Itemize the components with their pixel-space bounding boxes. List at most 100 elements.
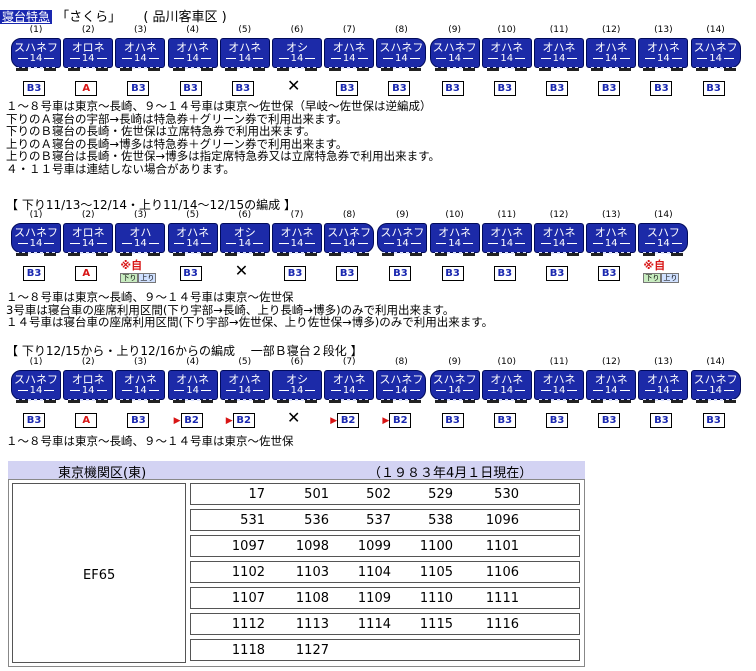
formation-2-notes: １～８号車は東京～長崎、９～１４号車は東京～佐世保 3号車は寝台車の座席利用区間(… bbox=[6, 291, 493, 329]
car-body[interactable]: オハネ 14 bbox=[481, 38, 532, 69]
car-body[interactable]: オハネ 14 bbox=[586, 223, 637, 254]
car-body[interactable]: オハネ 14 bbox=[534, 370, 584, 401]
car-body[interactable]: オロネ 14 bbox=[63, 223, 114, 254]
loco-number: 1101 bbox=[485, 539, 519, 554]
bogie bbox=[277, 400, 289, 403]
train-car: (9) スハネフ 14 B3 bbox=[429, 25, 481, 96]
bogie bbox=[514, 68, 527, 71]
bogie bbox=[252, 400, 265, 403]
car-number: (13) bbox=[654, 357, 673, 367]
car-body[interactable]: スハネフ 14 bbox=[11, 38, 61, 69]
car-body[interactable]: オハネ 14 bbox=[324, 38, 375, 69]
bogie bbox=[224, 400, 237, 403]
car-body[interactable]: スハネフ 14 bbox=[690, 370, 741, 401]
b3-sleeper-icon: B3 bbox=[598, 413, 621, 428]
car-facility: B3 bbox=[493, 76, 516, 96]
car-body[interactable]: オシ 14 bbox=[272, 38, 322, 69]
loco-number: 1115 bbox=[419, 617, 453, 632]
loco-number: 1116 bbox=[485, 617, 519, 632]
car-series: 14 bbox=[483, 53, 531, 65]
train-car: (10) オハネ 14 B3 bbox=[481, 357, 533, 428]
loco-class-cell: EF65 bbox=[12, 483, 186, 663]
bogie bbox=[357, 253, 370, 256]
car-body[interactable]: スハフ 14 bbox=[638, 223, 689, 254]
car-series: 14 bbox=[12, 53, 60, 65]
train-car: (12) オハネ 14 B3 bbox=[585, 25, 637, 96]
car-body[interactable]: オロネ 14 bbox=[63, 38, 114, 69]
car-body[interactable]: スハネフ 14 bbox=[324, 223, 375, 254]
car-number: (1) bbox=[29, 210, 43, 220]
non-reserved-icon: ※自 bbox=[643, 259, 666, 272]
train-car: (13) オハネ 14 B3 bbox=[637, 25, 689, 96]
car-series: 14 bbox=[587, 53, 635, 65]
b3-sleeper-icon: B3 bbox=[179, 81, 202, 96]
bogie bbox=[539, 68, 551, 71]
car-body[interactable]: オハネ 14 bbox=[167, 370, 218, 401]
car-body[interactable]: オハネ 14 bbox=[115, 38, 166, 69]
formation-3-notes: １～８号車は東京～長崎、９～１４号車は東京～佐世保 bbox=[6, 435, 294, 448]
car-body[interactable]: オハネ 14 bbox=[429, 223, 480, 254]
car-body[interactable]: オハネ 14 bbox=[534, 38, 584, 69]
car-number: (3) bbox=[134, 357, 147, 367]
car-body[interactable]: オハネ 14 bbox=[219, 370, 270, 401]
train-car: (10) オハネ 14 B3 bbox=[429, 210, 481, 281]
car-body[interactable]: オハネ 14 bbox=[638, 370, 689, 401]
loco-number: 537 bbox=[366, 513, 391, 528]
car-body[interactable]: オハネ 14 bbox=[481, 223, 532, 254]
car-number: (1) bbox=[29, 357, 43, 367]
bogie bbox=[462, 400, 475, 403]
car-body[interactable]: オハネ 14 bbox=[167, 38, 218, 69]
car-facility: B3 bbox=[650, 408, 673, 428]
car-body[interactable]: スハネフ 14 bbox=[690, 38, 741, 69]
b3-sleeper-icon: B3 bbox=[23, 81, 45, 96]
down-tag: 下り bbox=[120, 273, 139, 283]
bogie bbox=[200, 253, 213, 256]
car-body[interactable]: オハネ 14 bbox=[324, 370, 375, 401]
down-tag: 下り bbox=[643, 273, 662, 283]
bogie bbox=[68, 68, 81, 71]
car-number: (10) bbox=[497, 25, 517, 35]
b3-sleeper-icon: B3 bbox=[231, 81, 254, 96]
b3-sleeper-icon: B3 bbox=[441, 266, 464, 281]
car-body[interactable]: スハネフ 14 bbox=[376, 370, 427, 401]
car-body[interactable]: オシ 14 bbox=[272, 370, 322, 401]
car-number: (2) bbox=[81, 210, 95, 220]
car-body[interactable]: オロネ 14 bbox=[63, 370, 114, 401]
car-series: 14 bbox=[221, 238, 269, 250]
car-number: (9) bbox=[448, 25, 461, 35]
car-body[interactable]: スハネフ 14 bbox=[429, 370, 480, 401]
bogie bbox=[591, 253, 604, 256]
car-body[interactable]: スハネフ 14 bbox=[429, 38, 480, 69]
car-body[interactable]: オハネ 14 bbox=[534, 223, 584, 254]
car-body[interactable]: オシ 14 bbox=[219, 223, 270, 254]
car-facility: B3 bbox=[493, 408, 516, 428]
train-car: (6) オシ 14 ✕ bbox=[271, 25, 323, 95]
car-number: (2) bbox=[81, 357, 95, 367]
car-body[interactable]: オハネ 14 bbox=[481, 370, 532, 401]
car-body[interactable]: オハネ 14 bbox=[586, 370, 637, 401]
car-series: 14 bbox=[273, 238, 321, 250]
car-body[interactable]: オハネ 14 bbox=[115, 370, 166, 401]
car-body[interactable]: オハネ 14 bbox=[219, 38, 270, 69]
car-facility: A bbox=[75, 76, 98, 96]
bogie bbox=[96, 253, 109, 256]
bogie bbox=[305, 68, 317, 71]
car-body[interactable]: スハネフ 14 bbox=[376, 38, 427, 69]
car-facility: B3 bbox=[441, 76, 464, 96]
car-body[interactable]: スハネフ 14 bbox=[11, 370, 61, 401]
bogie bbox=[16, 68, 28, 71]
bogie bbox=[381, 68, 394, 71]
bogie bbox=[409, 68, 422, 71]
limited-express-badge[interactable]: 寝台特急 bbox=[0, 10, 53, 24]
car-number: (12) bbox=[601, 357, 621, 367]
car-body[interactable]: オハネ 14 bbox=[272, 223, 322, 254]
car-body[interactable]: スハネフ 14 bbox=[377, 223, 428, 254]
car-body[interactable]: オハネ 14 bbox=[167, 223, 218, 254]
loco-row: 1107 1108 1109 1110 1111 bbox=[190, 587, 580, 609]
car-body[interactable]: スハネフ 14 bbox=[11, 223, 61, 254]
car-body[interactable]: オハネ 14 bbox=[586, 38, 637, 69]
loco-row: 1102 1103 1104 1105 1106 bbox=[190, 561, 580, 583]
car-body[interactable]: オハネ 14 bbox=[638, 38, 689, 69]
train-car: (12) オハネ 14 B3 bbox=[533, 210, 585, 281]
car-body[interactable]: オハ 14 bbox=[115, 223, 166, 254]
